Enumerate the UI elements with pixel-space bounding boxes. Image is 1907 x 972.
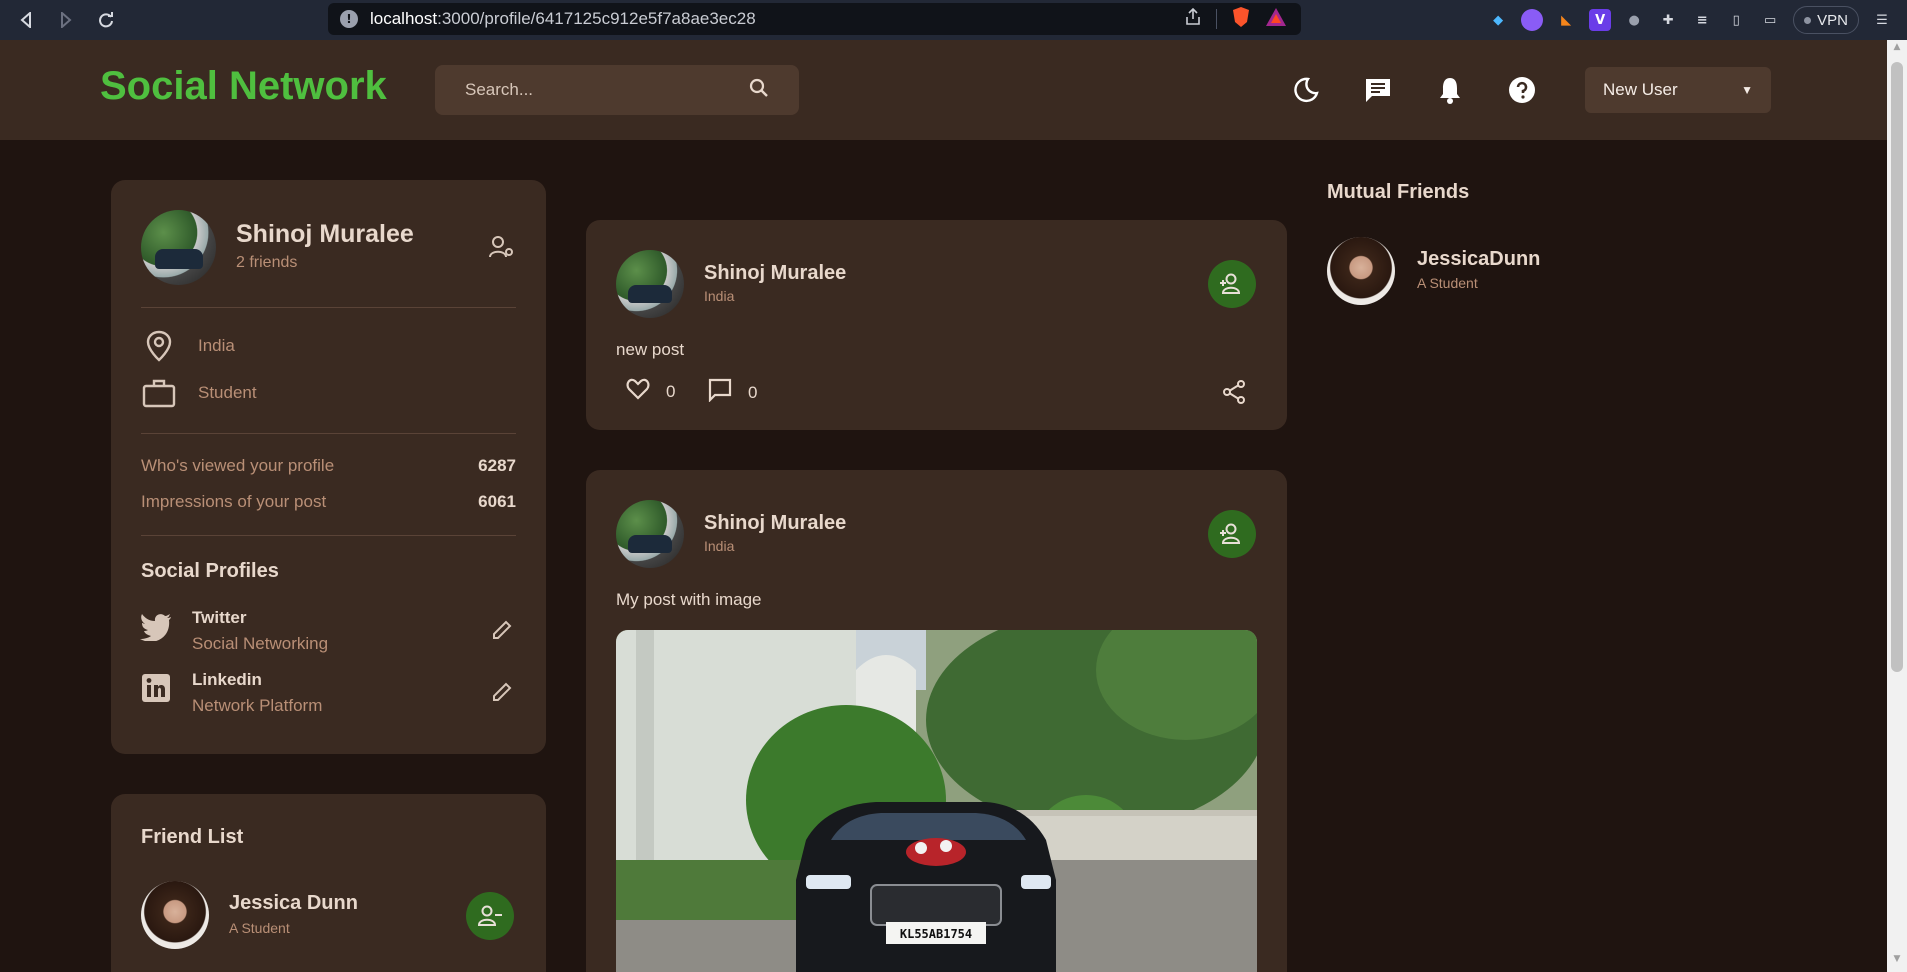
profile-friends-count: 2 friends [236, 254, 298, 271]
post-author-name[interactable]: Shinoj Muralee [704, 262, 846, 285]
share-icon[interactable] [1184, 7, 1202, 30]
impressions-value: 6061 [478, 492, 516, 511]
help-icon[interactable] [1504, 70, 1540, 110]
license-plate-text: KL55AB1754 [900, 927, 972, 941]
post-card: Shinoj Muralee India My post with image [586, 470, 1287, 972]
comment-count: 0 [748, 382, 758, 402]
comment-icon[interactable] [708, 378, 732, 407]
purple-extension-icon[interactable] [1521, 9, 1544, 31]
post-text: My post with image [616, 590, 762, 609]
social-profiles-title: Social Profiles [141, 560, 279, 582]
profile-location: India [198, 336, 235, 355]
search-input[interactable] [465, 80, 725, 100]
friend-list-card: Friend List Jessica Dunn A Student [111, 794, 546, 972]
grey-extension-icon[interactable]: ● [1623, 9, 1645, 31]
mutual-friends-title: Mutual Friends [1327, 181, 1470, 203]
share-icon[interactable] [1222, 380, 1246, 408]
sidebar-icon[interactable]: ▯ [1725, 9, 1747, 31]
user-dropdown-label: New User [1603, 80, 1678, 99]
search-box [435, 65, 799, 115]
chevron-down-icon: ▼ [1741, 83, 1753, 97]
divider [141, 535, 516, 536]
divider [141, 433, 516, 434]
scroll-thumb[interactable] [1891, 62, 1903, 672]
linkedin-icon [141, 673, 171, 707]
comment-action[interactable]: 0 [708, 378, 757, 407]
browser-toolbar: ! localhost:3000/profile/6417125c912e5f7… [0, 0, 1907, 40]
friend-subtitle: A Student [229, 920, 290, 936]
scroll-up-arrow[interactable]: ▲ [1887, 42, 1907, 58]
post-card: Shinoj Muralee India new post 0 0 [586, 220, 1287, 430]
mutual-friend-subtitle: A Student [1417, 275, 1478, 291]
playlist-icon[interactable]: ≡ [1691, 9, 1713, 31]
url-text: localhost:3000/profile/6417125c912e5f7a8… [370, 9, 756, 28]
add-friend-button[interactable] [1208, 260, 1256, 308]
app-header: Social Network New User ▼ [0, 40, 1887, 140]
post-author-location: India [704, 288, 735, 304]
mutual-friend-name[interactable]: JessicaDunn [1417, 248, 1540, 271]
like-count: 0 [666, 381, 676, 401]
like-action[interactable]: 0 [626, 378, 675, 405]
profile-name[interactable]: Shinoj Muralee [236, 220, 414, 249]
post-text: new post [616, 340, 685, 359]
linkedin-label: Linkedin [192, 670, 262, 689]
post-author-location: India [704, 538, 735, 554]
edit-twitter-button[interactable] [487, 615, 517, 645]
friend-name[interactable]: Jessica Dunn [229, 892, 358, 915]
vpn-status-dot [1804, 16, 1812, 24]
heart-icon[interactable] [626, 378, 650, 405]
profile-avatar[interactable] [141, 210, 216, 285]
mutual-friend-avatar[interactable] [1327, 237, 1395, 305]
profile-card: Shinoj Muralee 2 friends India Student W… [111, 180, 546, 754]
divider [141, 307, 516, 308]
user-dropdown[interactable]: New User ▼ [1585, 67, 1771, 113]
profile-views-value: 6287 [478, 456, 516, 475]
metamask-icon[interactable]: ◣ [1555, 9, 1577, 31]
menu-icon[interactable]: ☰ [1871, 9, 1893, 31]
twitter-icon [140, 613, 172, 645]
divider [1216, 9, 1217, 29]
post-author-avatar[interactable] [616, 500, 684, 568]
brand-logo[interactable]: Social Network [100, 64, 387, 109]
scroll-down-arrow[interactable]: ▼ [1887, 954, 1907, 970]
brave-shield-icon[interactable] [1231, 6, 1251, 32]
linkedin-sublabel: Network Platform [192, 696, 323, 715]
extensions-bar: ◆ ◣ V ● ✚ ≡ ▯ ▭ VPN ☰ [1487, 4, 1893, 36]
back-icon[interactable] [6, 4, 46, 36]
address-bar[interactable]: ! localhost:3000/profile/6417125c912e5f7… [328, 3, 1301, 35]
page-scrollbar[interactable]: ▲ ▼ [1887, 40, 1907, 972]
forward-icon[interactable] [46, 4, 86, 36]
friend-avatar[interactable] [141, 881, 209, 949]
remove-friend-button[interactable] [466, 892, 514, 940]
dark-mode-icon[interactable] [1288, 70, 1324, 110]
location-icon [146, 330, 172, 366]
twitter-sublabel: Social Networking [192, 634, 329, 653]
gem-extension-icon[interactable]: ◆ [1487, 9, 1509, 31]
twitter-label: Twitter [192, 608, 247, 627]
v-extension-icon[interactable]: V [1589, 9, 1612, 31]
post-image[interactable]: KL55AB1754 [616, 630, 1257, 972]
add-friend-button[interactable] [1208, 510, 1256, 558]
brave-rewards-icon[interactable] [1265, 7, 1287, 31]
profile-views-label: Who's viewed your profile [141, 456, 335, 475]
manage-account-icon[interactable] [489, 235, 515, 263]
message-icon[interactable] [1360, 70, 1396, 110]
search-icon[interactable] [749, 78, 769, 102]
wallet-icon[interactable]: ▭ [1759, 9, 1781, 31]
reload-icon[interactable] [86, 4, 126, 36]
friend-list-title: Friend List [141, 826, 244, 848]
vpn-button[interactable]: VPN [1793, 6, 1859, 34]
edit-linkedin-button[interactable] [487, 677, 517, 707]
profile-occupation: Student [198, 383, 257, 402]
briefcase-icon [142, 378, 176, 412]
impressions-label: Impressions of your post [141, 492, 327, 511]
notification-bell-icon[interactable] [1432, 70, 1468, 110]
post-author-name[interactable]: Shinoj Muralee [704, 512, 846, 535]
puzzle-icon[interactable]: ✚ [1657, 9, 1679, 31]
site-info-icon[interactable]: ! [340, 10, 358, 28]
post-author-avatar[interactable] [616, 250, 684, 318]
